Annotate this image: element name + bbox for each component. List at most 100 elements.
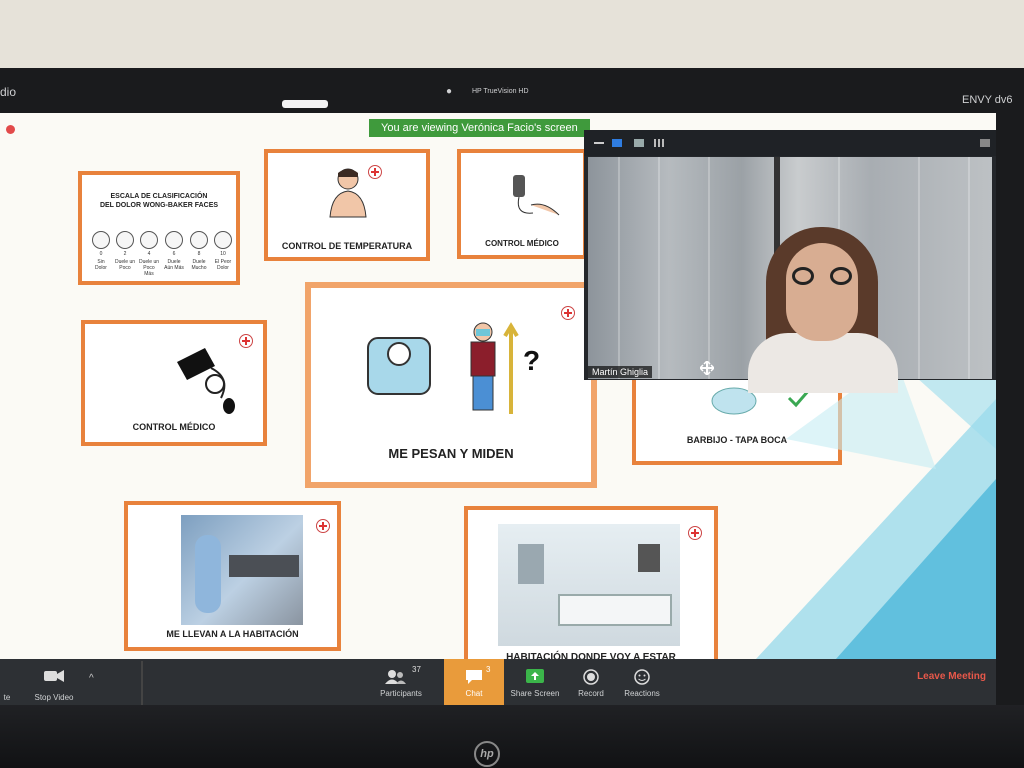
leave-meeting-button[interactable]: Leave Meeting	[917, 671, 986, 682]
oximeter-label: CONTROL MÉDICO	[485, 239, 559, 248]
face-icon	[116, 231, 134, 249]
scale-number: 6	[172, 251, 176, 257]
share-screen-button[interactable]: Share Screen	[506, 659, 564, 707]
height-measure-icon: ?	[470, 322, 540, 414]
laptop-bottom-bezel: hp	[0, 705, 1024, 768]
wong-baker-title-1: ESCALA DE CLASIFICACIÓN	[110, 193, 208, 200]
reactions-icon	[634, 669, 650, 685]
curtain-fold	[618, 157, 620, 379]
minimize-icon[interactable]	[594, 142, 604, 144]
chat-icon	[466, 670, 482, 684]
laptop-model: ENVY dv6	[962, 94, 1013, 106]
face-icon	[165, 231, 183, 249]
oximeter-card: CONTROL MÉDICO	[457, 149, 587, 259]
red-cross-icon	[561, 306, 575, 320]
red-cross-icon	[239, 334, 253, 348]
scale-caption: El Peor Dolor	[214, 259, 232, 271]
stretcher-photo	[181, 515, 303, 625]
share-screen-icon	[526, 669, 544, 683]
chat-button[interactable]: 3 Chat	[444, 659, 504, 707]
curtain-fold	[918, 157, 920, 379]
toolbar-divider	[141, 661, 143, 705]
face-icon	[140, 231, 158, 249]
chat-count: 3	[486, 665, 491, 674]
participants-button[interactable]: 37 Participants	[372, 659, 430, 707]
strip-view-icon[interactable]	[634, 139, 644, 147]
stretcher-label: ME LLEVAN A LA HABITACIÓN	[166, 629, 299, 639]
scale-number: 10	[220, 251, 226, 257]
video-options-button[interactable]: ^	[86, 659, 102, 707]
reactions-label: Reactions	[624, 689, 660, 698]
curtain-fold	[968, 157, 970, 379]
scale-number: 4	[147, 251, 151, 257]
scale-caption: Duele un Poco Más	[139, 259, 160, 277]
wong-baker-title-2: DEL DOLOR WONG-BAKER FACES	[99, 202, 219, 209]
shared-screen: You are viewing Verónica Facio's screen …	[0, 113, 996, 707]
record-icon	[583, 669, 599, 685]
participant-name-tag: Martín Ghiglia	[588, 366, 653, 378]
blood-pressure-label: CONTROL MÉDICO	[132, 422, 216, 432]
meeting-toolbar: te Stop Video ^ 37 Participants 3 Chat S…	[0, 659, 996, 707]
blood-pressure-icon	[177, 348, 235, 414]
light-glare	[282, 100, 328, 108]
medic-figure	[195, 535, 221, 613]
scale-number: 0	[99, 251, 103, 257]
scale-caption: Duele un Poco	[115, 259, 136, 271]
share-screen-label: Share Screen	[510, 689, 560, 698]
participant-face	[786, 243, 858, 341]
chevron-up-icon: ^	[89, 673, 94, 684]
viewing-banner[interactable]: You are viewing Verónica Facio's screen	[369, 119, 590, 137]
chat-label: Chat	[465, 689, 483, 698]
svg-text:?: ?	[523, 345, 540, 376]
face-icon	[190, 231, 208, 249]
wall-background	[0, 0, 1024, 70]
weigh-measure-card: ? ME PESAN Y MIDEN	[305, 282, 597, 488]
speaker-view-icon[interactable]	[612, 139, 622, 147]
camera-label: HP TrueVision HD	[472, 88, 529, 95]
participant-body	[748, 333, 898, 393]
face-icon	[214, 231, 232, 249]
record-button[interactable]: Record	[568, 659, 614, 707]
hp-logo: hp	[474, 741, 500, 767]
stretcher-card: ME LLEVAN A LA HABITACIÓN	[124, 501, 341, 651]
video-panel[interactable]: Martín Ghiglia	[584, 130, 996, 393]
mute-button[interactable]: te	[0, 659, 14, 707]
video-camera-icon	[44, 670, 64, 682]
stop-video-label: Stop Video	[34, 693, 74, 702]
scale-caption: Duele Aún Más	[164, 259, 184, 271]
face-icon	[92, 231, 110, 249]
record-label: Record	[578, 689, 604, 698]
stop-video-button[interactable]: Stop Video	[22, 659, 86, 707]
blood-pressure-card: CONTROL MÉDICO	[81, 320, 267, 446]
red-cross-icon	[316, 519, 330, 533]
monitor-shape	[518, 544, 544, 584]
curtain-fold	[658, 157, 660, 379]
scale-number: 2	[123, 251, 127, 257]
wong-baker-card: ESCALA DE CLASIFICACIÓN DEL DOLOR WONG-B…	[78, 171, 240, 285]
stretcher-shape	[229, 555, 299, 577]
expand-icon[interactable]	[980, 139, 990, 147]
weigh-measure-label: ME PESAN Y MIDEN	[388, 446, 514, 461]
participants-icon	[385, 670, 406, 684]
oximeter-icon	[513, 175, 560, 216]
thermometer-person-icon	[329, 168, 367, 218]
curtain-fold	[708, 157, 710, 379]
scale-caption: Sin Dolor	[95, 259, 107, 271]
participant-video: Martín Ghiglia	[588, 157, 992, 393]
participants-label: Participants	[380, 689, 422, 698]
scale-number: 8	[197, 251, 201, 257]
webcam-dot: ●	[446, 86, 453, 97]
bezel-left-text: dio	[0, 85, 17, 99]
move-cursor-icon	[700, 361, 714, 375]
temperature-label: CONTROL DE TEMPERATURA	[281, 241, 413, 251]
scale-caption: Duele Mucho	[191, 259, 207, 271]
recording-indicator	[6, 125, 15, 134]
video-panel-toolbar	[584, 130, 996, 156]
slide-background-shapes	[756, 359, 996, 659]
participants-count: 37	[412, 665, 421, 674]
mute-label: te	[3, 693, 11, 702]
gallery-view-icon[interactable]	[654, 139, 664, 147]
reactions-button[interactable]: Reactions	[616, 659, 668, 707]
temperature-card: CONTROL DE TEMPERATURA	[264, 149, 430, 261]
red-cross-icon	[368, 165, 382, 179]
